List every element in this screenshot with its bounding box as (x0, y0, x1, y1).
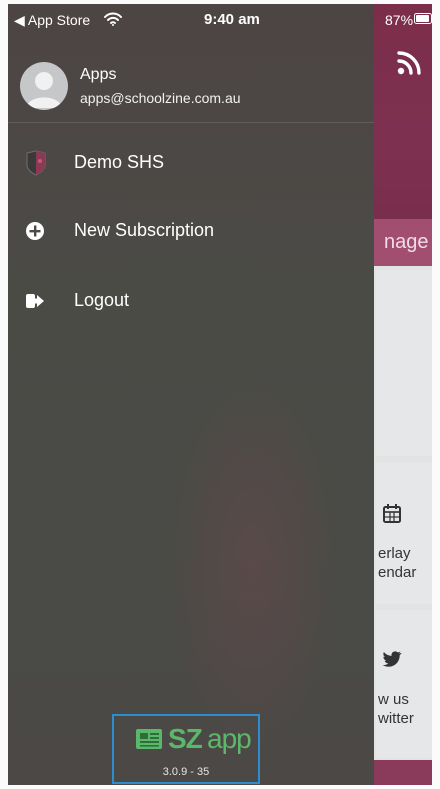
menu-item-label: Demo SHS (74, 152, 165, 172)
tile-label: witter (378, 710, 414, 727)
back-to-app-store-link[interactable]: ◀ App Store (14, 12, 90, 29)
phone-screen: nage erlay endar w us witter ◀ App Store… (8, 4, 432, 785)
twitter-icon (382, 651, 402, 667)
menu-item-label: Logout (74, 290, 130, 310)
drawer-divider (8, 122, 374, 123)
rss-icon[interactable] (396, 50, 422, 76)
user-profile: Apps apps@schoolzine.com.au (20, 62, 360, 114)
szapp-brand: SZ app 3.0.9 - 35 (112, 714, 260, 784)
status-bar: ◀ App Store 9:40 am 87% (8, 4, 432, 32)
app-version: 3.0.9 - 35 (162, 766, 210, 778)
calendar-icon (383, 504, 401, 523)
user-avatar-icon (26, 72, 62, 108)
menu-item-logout[interactable]: Logout (8, 274, 374, 330)
manage-tab-label: nage (384, 231, 429, 253)
overlay-calendar-tile[interactable]: erlay endar (376, 462, 432, 604)
newspaper-icon (136, 729, 162, 749)
status-time: 9:40 am (204, 11, 260, 28)
profile-name: Apps (80, 66, 117, 83)
follow-twitter-tile[interactable]: w us witter (376, 610, 432, 758)
brand-sz-text: SZ (168, 723, 203, 754)
wifi-icon (104, 12, 122, 26)
app-tile[interactable] (376, 270, 432, 456)
plus-circle-icon (26, 222, 44, 240)
battery-percentage: 87% (385, 12, 414, 28)
tile-label: w us (378, 691, 409, 708)
brand-app-text: app (207, 723, 252, 754)
menu-item-demo-shs[interactable]: Demo SHS (8, 136, 374, 192)
navigation-drawer: Apps apps@schoolzine.com.au Demo SHS New… (8, 4, 374, 785)
school-logo-icon (26, 150, 46, 176)
menu-item-new-subscription[interactable]: New Subscription (8, 204, 374, 260)
battery-icon (414, 13, 432, 24)
avatar (20, 62, 68, 110)
logout-icon (26, 294, 44, 308)
tile-label: endar (378, 564, 417, 581)
tile-label: erlay (378, 545, 411, 562)
profile-email: apps@schoolzine.com.au (80, 90, 241, 106)
menu-item-label: New Subscription (74, 220, 215, 240)
